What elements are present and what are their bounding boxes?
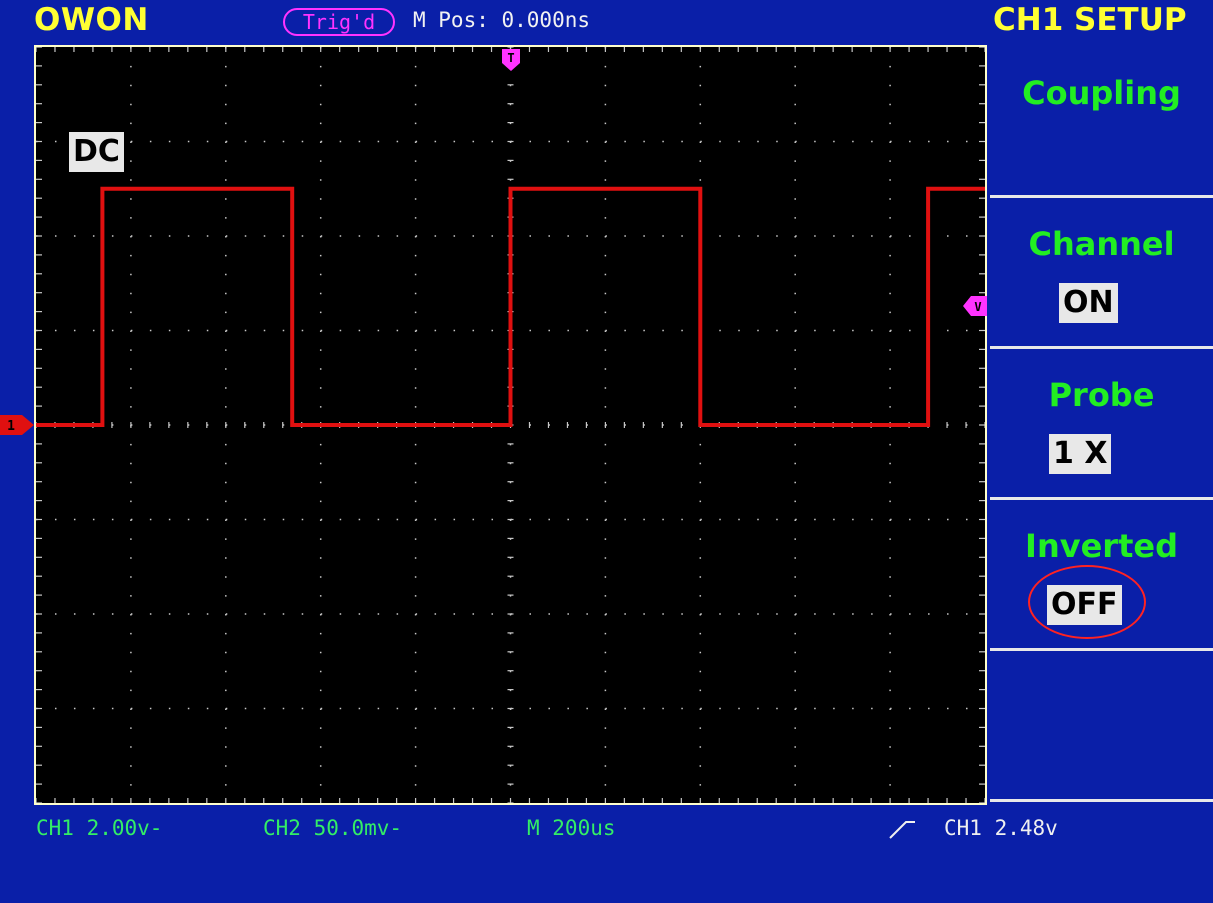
trigger-status-badge: Trig'd	[283, 8, 395, 36]
trigger-level-marker-icon: V	[963, 296, 987, 316]
ch2-scale-readout: CH2 50.0mv-	[263, 816, 403, 840]
highlight-circle	[1028, 565, 1146, 639]
trigger-level-readout: CH1 2.48v	[944, 816, 1058, 840]
menu-item-probe-label: Probe	[1048, 376, 1155, 414]
menu-item-coupling-value: DC	[69, 132, 124, 172]
rising-edge-icon	[889, 821, 915, 839]
trigger-position-marker-label: T	[507, 51, 514, 65]
menu-item-coupling-label: Coupling	[1022, 74, 1181, 112]
menu-item-coupling[interactable]: Coupling DC	[69, 48, 1213, 198]
menu-item-channel-label: Channel	[1028, 225, 1175, 263]
brand-logo: OWON	[34, 2, 149, 38]
menu-item-inverted-label: Inverted	[1025, 527, 1178, 565]
waveform-display	[34, 45, 987, 805]
menu-item-channel-value: ON	[1059, 283, 1118, 323]
timebase-readout: M 200us	[527, 816, 616, 840]
trigger-level-marker-label: V	[974, 300, 981, 314]
trigger-position-marker-icon: T	[502, 49, 520, 71]
waveform-canvas	[36, 47, 985, 803]
ch1-scale-readout: CH1 2.00v-	[36, 816, 163, 840]
ch1-ground-marker-icon: 1	[0, 415, 34, 435]
menu-title: CH1 SETUP	[993, 2, 1187, 38]
ch1-ground-marker-label: 1	[7, 419, 15, 434]
menu-item-empty[interactable]	[990, 652, 1213, 802]
ch1-trace	[36, 186, 985, 427]
menu-item-probe-value: 1 X	[1049, 434, 1112, 474]
menu-item-channel[interactable]: Channel ON	[990, 199, 1213, 349]
menu-item-probe[interactable]: Probe 1 X	[990, 350, 1213, 500]
horizontal-position-readout: M Pos: 0.000ns	[413, 8, 591, 32]
